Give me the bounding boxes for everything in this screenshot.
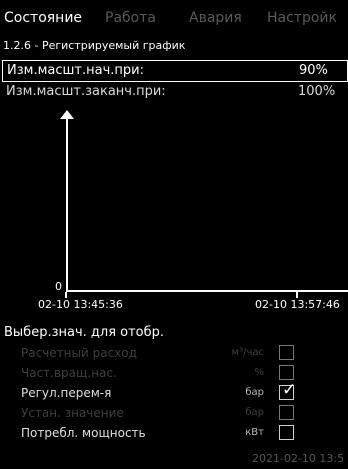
param-unit: кВт (245, 427, 264, 438)
param-label: Регул.перем-я (21, 386, 112, 400)
param-row-controlled-variable[interactable]: Регул.перем-я бар ✓ (0, 380, 348, 404)
param-unit: м³/час (231, 347, 264, 358)
param-unit: бар (245, 387, 264, 398)
param-unit: бар (245, 407, 264, 418)
param-label: Расчетный расход (21, 346, 137, 360)
x-end-label: 02-10 13:57:46 (255, 298, 340, 311)
param-label: Устан. значение (21, 406, 124, 420)
param-checkbox (279, 345, 294, 360)
scale-end-row[interactable]: Изм.масшт.заканч.при: 100% (2, 82, 348, 104)
status-clock: 2021-02-10 13:5 (252, 452, 345, 465)
param-label: Потребл. мощность (21, 426, 146, 440)
y-zero-label: 0 (55, 280, 62, 293)
tab-bar: Состояние Работа Авария Настройк (0, 0, 348, 34)
tab-operation[interactable]: Работа (105, 4, 156, 32)
param-row-design-flow: Расчетный расход м³/час (0, 344, 348, 364)
param-label: Част.вращ.нас. (21, 366, 117, 380)
y-axis (66, 116, 68, 292)
param-checkbox (279, 365, 294, 380)
param-unit: % (254, 367, 264, 378)
scale-start-value: 90% (299, 63, 328, 78)
x-axis (66, 290, 348, 292)
tab-alarm[interactable]: Авария (189, 4, 242, 32)
log-graph: 0 02-10 13:45:36 02-10 13:57:46 (0, 104, 348, 320)
param-row-setpoint: Устан. значение бар (0, 404, 348, 424)
param-checkbox (279, 405, 294, 420)
param-row-power[interactable]: Потребл. мощность кВт (0, 424, 348, 444)
breadcrumb: 1.2.6 - Регистрируемый график (3, 39, 186, 52)
display-values-title: Выбер.знач. для отобр. (4, 325, 165, 340)
scale-end-label: Изм.масшт.заканч.при: (6, 84, 166, 99)
scale-start-row[interactable]: Изм.масшт.нач.при: 90% (2, 60, 348, 82)
x-start-label: 02-10 13:45:36 (38, 298, 123, 311)
scale-start-label: Изм.масшт.нач.при: (7, 63, 144, 78)
param-checkbox[interactable]: ✓ (279, 380, 297, 400)
tab-status[interactable]: Состояние (4, 4, 82, 32)
tab-settings[interactable]: Настройк (267, 4, 337, 32)
param-checkbox[interactable] (279, 425, 294, 440)
scale-end-value: 100% (298, 84, 336, 99)
checkmark-icon: ✓ (282, 380, 297, 400)
